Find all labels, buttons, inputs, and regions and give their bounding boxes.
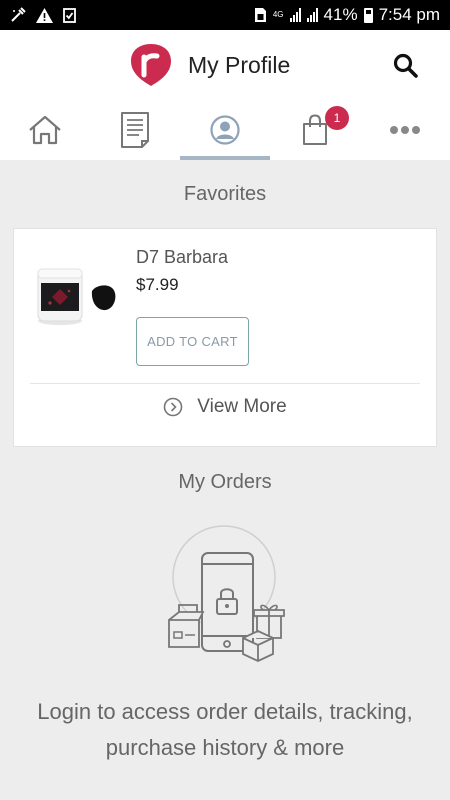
tab-profile[interactable]: [180, 100, 270, 160]
favorites-heading: Favorites: [183, 183, 267, 205]
orders-heading: My Orders: [178, 471, 272, 493]
nav-tabs: 1: [0, 100, 450, 160]
clipboard-check-icon: [63, 7, 76, 23]
signal-icon-2: [306, 8, 318, 22]
status-bar: 4G 41% 7:54 pm: [0, 0, 450, 30]
network-type: 4G: [272, 10, 284, 19]
view-more-link[interactable]: View More: [14, 396, 436, 418]
clock: 7:54 pm: [378, 5, 440, 24]
signal-icon: [289, 8, 301, 22]
home-icon: [29, 115, 61, 145]
tab-home[interactable]: [0, 100, 90, 160]
login-message: Login to access order details, tracking,…: [37, 699, 413, 760]
more-icon: [390, 126, 420, 134]
login-prompt: Login to access order details, tracking,…: [0, 694, 450, 766]
battery-percent: 41%: [323, 5, 358, 24]
sim-card-icon: [254, 7, 267, 23]
tools-icon: [10, 7, 26, 23]
add-to-cart-button[interactable]: ADD TO CART: [136, 317, 249, 366]
tab-more[interactable]: [360, 100, 450, 160]
product-image[interactable]: [36, 263, 121, 328]
product-price: $7.99: [136, 275, 179, 294]
tab-orders[interactable]: [90, 100, 180, 160]
tab-cart[interactable]: 1: [270, 100, 360, 160]
chevron-right-circle-icon: [163, 397, 183, 417]
app-header: My Profile: [0, 30, 450, 100]
profile-icon: [210, 115, 240, 145]
brand-logo[interactable]: [131, 44, 171, 86]
orders-illustration: [163, 520, 288, 665]
search-icon: [393, 53, 418, 78]
view-more-label: View More: [197, 396, 287, 417]
search-button[interactable]: [392, 52, 420, 80]
document-icon: [121, 112, 149, 148]
product-name[interactable]: D7 Barbara: [136, 247, 228, 268]
divider: [30, 383, 420, 384]
cart-count-badge: 1: [325, 106, 349, 130]
battery-icon: [363, 7, 373, 23]
favorites-card: D7 Barbara $7.99 ADD TO CART View More: [13, 228, 437, 447]
warning-icon: [36, 7, 53, 23]
page-title: My Profile: [188, 52, 291, 78]
